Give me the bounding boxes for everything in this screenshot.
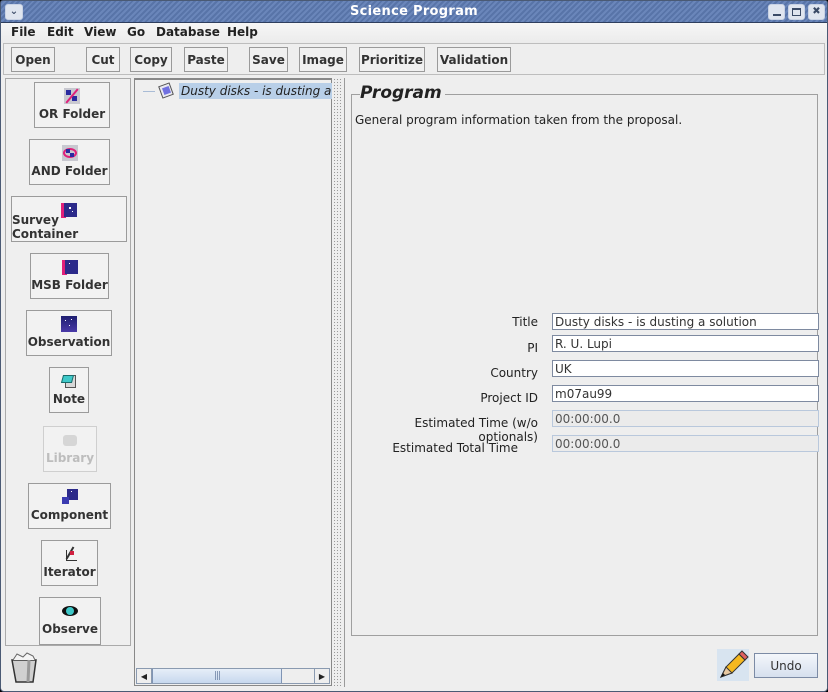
program-group: Program General program information take… bbox=[351, 83, 819, 636]
note-button[interactable]: Note bbox=[49, 367, 89, 413]
observe-eye-icon bbox=[62, 603, 78, 619]
scroll-left-icon[interactable]: ◀ bbox=[137, 669, 152, 683]
observation-button[interactable]: Observation bbox=[26, 310, 112, 356]
menu-edit[interactable]: Edit bbox=[47, 25, 74, 39]
or-folder-button[interactable]: OR Folder bbox=[34, 82, 110, 128]
program-tree[interactable]: Dusty disks - is dusting a ◀ ||| ▶ bbox=[134, 78, 332, 686]
copy-button[interactable]: Copy bbox=[130, 47, 172, 72]
pi-label: PI bbox=[527, 341, 538, 355]
and-folder-label: AND Folder bbox=[31, 164, 108, 178]
science-program-window: ⌄ Science Program ✖ File Edit View Go Da… bbox=[0, 0, 828, 692]
observe-label: Observe bbox=[42, 622, 98, 636]
window-title: Science Program bbox=[349, 4, 479, 19]
library-button[interactable]: Library bbox=[43, 426, 97, 472]
pencil-icon bbox=[717, 649, 749, 681]
project-id-label: Project ID bbox=[480, 391, 538, 405]
cut-button[interactable]: Cut bbox=[86, 47, 120, 72]
iterator-button[interactable]: Iterator bbox=[41, 540, 98, 586]
observe-button[interactable]: Observe bbox=[39, 597, 101, 645]
estimated-time-field bbox=[552, 410, 819, 427]
survey-container-label: Survey Container bbox=[12, 213, 79, 241]
scroll-right-icon[interactable]: ▶ bbox=[314, 669, 329, 683]
scrollbar-thumb[interactable]: ||| bbox=[152, 669, 282, 683]
image-button[interactable]: Image bbox=[299, 47, 347, 72]
and-folder-button[interactable]: AND Folder bbox=[29, 139, 110, 185]
msb-folder-button[interactable]: MSB Folder bbox=[30, 253, 109, 299]
program-editor: Program General program information take… bbox=[344, 78, 825, 687]
pi-input[interactable] bbox=[552, 335, 819, 352]
trash-icon[interactable] bbox=[9, 651, 39, 685]
close-button[interactable]: ✖ bbox=[808, 4, 825, 20]
minimize-button[interactable] bbox=[768, 4, 785, 20]
title-input[interactable] bbox=[552, 313, 819, 330]
open-button[interactable]: Open bbox=[11, 47, 55, 72]
tree-horizontal-scrollbar[interactable]: ◀ ||| ▶ bbox=[136, 668, 330, 684]
title-bar[interactable]: ⌄ Science Program ✖ bbox=[1, 1, 827, 23]
split-pane-divider[interactable] bbox=[334, 78, 342, 686]
component-palette: OR Folder AND Folder Survey Container MS… bbox=[5, 78, 131, 646]
estimated-time-label: Estimated Time (w/o optionals) bbox=[414, 416, 539, 444]
observation-icon bbox=[61, 316, 77, 332]
component-icon bbox=[61, 489, 78, 505]
iterator-label: Iterator bbox=[43, 565, 96, 579]
menu-view[interactable]: View bbox=[84, 25, 116, 39]
estimated-total-time-field bbox=[552, 435, 819, 452]
component-label: Component bbox=[30, 508, 109, 522]
survey-container-icon bbox=[61, 202, 77, 218]
menu-go[interactable]: Go bbox=[127, 25, 145, 39]
maximize-button[interactable] bbox=[788, 4, 805, 20]
country-input[interactable] bbox=[552, 360, 819, 377]
or-folder-label: OR Folder bbox=[38, 107, 106, 121]
library-label: Library bbox=[45, 451, 95, 465]
title-label: Title bbox=[512, 315, 538, 329]
minimize-icon bbox=[772, 13, 781, 16]
tree-node-label[interactable]: Dusty disks - is dusting a bbox=[179, 83, 332, 99]
msb-folder-icon bbox=[61, 259, 78, 275]
menu-database[interactable]: Database bbox=[156, 25, 220, 39]
survey-container-button[interactable]: Survey Container bbox=[11, 196, 127, 242]
estimated-total-time-label: Estimated Total Time bbox=[392, 441, 518, 455]
or-folder-icon bbox=[64, 88, 80, 104]
note-icon bbox=[60, 373, 77, 389]
country-label: Country bbox=[490, 366, 538, 380]
program-icon bbox=[158, 82, 176, 99]
tree-connector bbox=[143, 90, 155, 92]
library-icon bbox=[62, 432, 78, 448]
maximize-icon bbox=[792, 8, 801, 16]
menu-bar: File Edit View Go Database Help bbox=[1, 23, 827, 43]
menu-file[interactable]: File bbox=[11, 25, 36, 39]
and-folder-icon bbox=[61, 145, 78, 161]
menu-help[interactable]: Help bbox=[227, 25, 258, 39]
paste-button[interactable]: Paste bbox=[184, 47, 228, 72]
prioritize-button[interactable]: Prioritize bbox=[359, 47, 425, 72]
component-button[interactable]: Component bbox=[28, 483, 111, 529]
project-id-input[interactable] bbox=[552, 385, 819, 402]
iterator-icon bbox=[62, 546, 78, 562]
validation-button[interactable]: Validation bbox=[437, 47, 511, 72]
undo-button[interactable]: Undo bbox=[754, 653, 818, 678]
tree-node-program[interactable]: Dusty disks - is dusting a bbox=[143, 82, 332, 100]
msb-folder-label: MSB Folder bbox=[31, 278, 108, 292]
save-button[interactable]: Save bbox=[249, 47, 288, 72]
group-title: Program bbox=[360, 83, 445, 103]
observation-label: Observation bbox=[27, 335, 111, 349]
note-label: Note bbox=[52, 392, 86, 406]
close-icon: ✖ bbox=[812, 6, 821, 17]
group-description: General program information taken from t… bbox=[355, 113, 683, 127]
toolbar: Open Cut Copy Paste Save Image Prioritiz… bbox=[3, 43, 825, 75]
